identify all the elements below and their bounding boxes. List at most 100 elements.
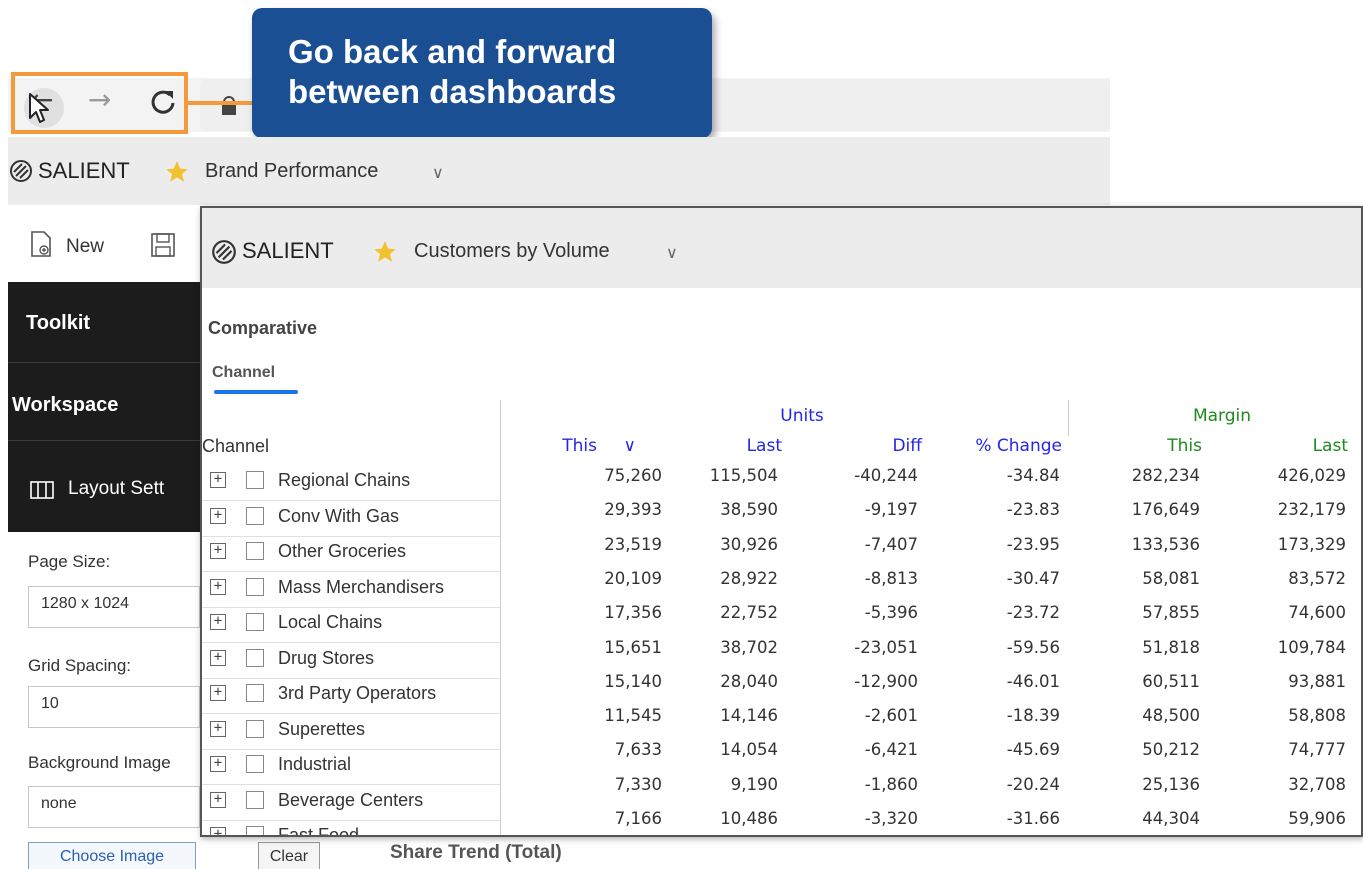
expand-row-icon[interactable]: + (210, 756, 226, 772)
callout-line-1: Go back and forward (288, 33, 617, 70)
expand-row-icon[interactable]: + (210, 827, 226, 835)
expand-row-icon[interactable]: + (210, 578, 226, 595)
row-label[interactable]: Conv With Gas (278, 506, 399, 527)
row-checkbox[interactable] (246, 790, 264, 809)
tab-channel[interactable]: Channel (212, 364, 275, 382)
table-cell: 282,234 (1131, 466, 1200, 485)
col-margin-this[interactable]: This (1102, 436, 1202, 456)
table-cell: -30.47 (1006, 568, 1060, 588)
table-cell: -59.56 (1006, 637, 1060, 657)
col-margin-last[interactable]: Last (1242, 436, 1348, 456)
row-label[interactable]: Industrial (278, 754, 351, 775)
customers-by-volume-window: SALIENT Customers by Volume ∨ Comparativ… (200, 206, 1363, 837)
row-separator (202, 500, 500, 501)
table-cell: 38,702 (720, 637, 778, 657)
col-units-diff[interactable]: Diff (822, 436, 922, 456)
dimension-header[interactable]: Channel (202, 436, 269, 457)
col-units-last[interactable]: Last (682, 436, 782, 456)
row-checkbox[interactable] (246, 755, 264, 773)
row-checkbox[interactable] (246, 684, 264, 702)
table-cell: 7,633 (614, 740, 662, 760)
row-checkbox[interactable] (246, 826, 264, 835)
table-cell: -2,601 (864, 706, 918, 726)
expand-row-icon[interactable]: + (210, 791, 226, 808)
row-checkbox[interactable] (246, 542, 264, 560)
expand-row-icon[interactable]: + (210, 472, 226, 488)
table-cell: 51,818 (1142, 637, 1200, 657)
row-checkbox[interactable] (246, 577, 264, 596)
toolkit-title[interactable]: Toolkit (26, 312, 90, 335)
sort-desc-icon[interactable]: ∨ (606, 436, 636, 456)
clear-button[interactable]: Clear (258, 842, 320, 869)
choose-image-button[interactable]: Choose Image (28, 842, 196, 869)
grid-spacing-input[interactable]: 10 (28, 686, 200, 728)
expand-row-icon[interactable]: + (210, 685, 226, 701)
table-cell: 58,808 (1288, 706, 1346, 726)
row-label[interactable]: Mass Merchandisers (278, 577, 444, 598)
page-size-input[interactable]: 1280 x 1024 (28, 586, 200, 628)
table-cell: 83,572 (1288, 568, 1346, 588)
column-divider (500, 400, 501, 835)
table-cell: 9,190 (730, 774, 778, 794)
row-label[interactable]: 3rd Party Operators (278, 683, 436, 704)
table-cell: 32,708 (1288, 774, 1346, 794)
row-label[interactable]: Other Groceries (278, 541, 406, 562)
row-checkbox[interactable] (246, 719, 264, 738)
table-cell: 15,651 (604, 637, 662, 657)
save-icon[interactable] (150, 232, 176, 258)
nav-buttons-highlight (11, 72, 188, 134)
table-cell: 28,040 (720, 671, 778, 691)
chevron-down-icon[interactable]: ∨ (666, 243, 678, 262)
row-label[interactable]: Drug Stores (278, 648, 374, 669)
callout-tooltip: Go back and forward between dashboards (252, 8, 712, 138)
table-cell: -3,320 (864, 809, 918, 828)
expand-row-icon[interactable]: + (210, 614, 226, 630)
background-image-input[interactable]: none (28, 786, 200, 828)
workspace-title[interactable]: Workspace (12, 394, 118, 417)
table-cell: -23.83 (1006, 500, 1060, 520)
col-units-this[interactable]: This (532, 436, 597, 456)
table-cell: 93,881 (1288, 671, 1346, 691)
favorite-star-icon[interactable] (372, 239, 398, 265)
toolkit-divider (8, 362, 208, 363)
col-units-pct-change[interactable]: % Change (942, 436, 1062, 456)
table-cell: 176,649 (1131, 500, 1200, 520)
expand-row-icon[interactable]: + (210, 649, 226, 666)
front-dashboard-title[interactable]: Customers by Volume (414, 240, 610, 263)
table-cell: 426,029 (1277, 466, 1346, 485)
table-cell: -31.66 (1006, 809, 1060, 828)
row-checkbox[interactable] (246, 648, 264, 667)
table-cell: 28,922 (720, 568, 778, 588)
row-separator (202, 748, 500, 750)
layout-columns-icon (30, 481, 54, 499)
row-label[interactable]: Beverage Centers (278, 790, 423, 811)
layout-settings-item[interactable]: Layout Sett (68, 478, 164, 500)
share-trend-title: Share Trend (Total) (390, 842, 562, 863)
favorite-star-icon[interactable] (164, 159, 190, 185)
table-cell: -1,860 (864, 774, 918, 794)
table-cell: 232,179 (1277, 500, 1346, 520)
lock-icon (222, 96, 236, 115)
new-file-icon[interactable] (30, 230, 52, 258)
table-cell: 57,855 (1142, 603, 1200, 623)
row-label[interactable]: Regional Chains (278, 470, 410, 491)
row-label[interactable]: Superettes (278, 719, 365, 740)
row-label[interactable]: Local Chains (278, 612, 382, 633)
table-cell: -18.39 (1006, 706, 1060, 726)
back-dashboard-title[interactable]: Brand Performance (205, 160, 378, 183)
front-brand-name: SALIENT (242, 238, 334, 263)
units-group-header: Units (780, 406, 824, 426)
row-label[interactable]: Fast Food (278, 825, 359, 835)
new-button[interactable]: New (66, 236, 104, 258)
row-checkbox[interactable] (246, 506, 264, 525)
expand-row-icon[interactable]: + (210, 543, 226, 559)
row-checkbox[interactable] (246, 613, 264, 631)
table-cell: -20.24 (1006, 774, 1060, 794)
chevron-down-icon[interactable]: ∨ (432, 163, 444, 182)
table-cell: -23.95 (1006, 534, 1060, 554)
table-cell: 7,330 (614, 774, 662, 794)
table-cell: 29,393 (604, 500, 662, 520)
expand-row-icon[interactable]: + (210, 720, 226, 737)
expand-row-icon[interactable]: + (210, 507, 226, 524)
row-checkbox[interactable] (246, 471, 264, 489)
